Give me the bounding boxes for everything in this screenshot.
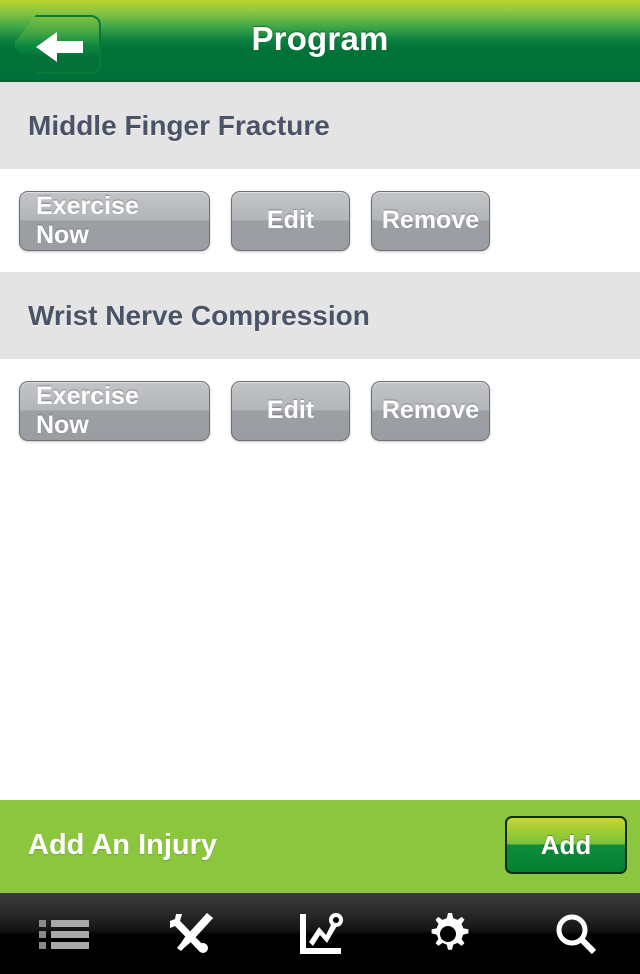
list-icon (39, 916, 89, 952)
injury-name: Middle Finger Fracture (28, 109, 330, 141)
tab-search[interactable] (512, 893, 640, 974)
tab-settings[interactable] (384, 893, 512, 974)
page-title: Program (251, 20, 389, 57)
add-injury-bar: Add An Injury Add (0, 800, 640, 890)
button-label: Add (540, 829, 592, 860)
chart-icon (297, 912, 343, 956)
remove-button[interactable]: Remove (371, 190, 490, 251)
tab-list[interactable] (0, 893, 128, 974)
button-label: Remove (381, 396, 480, 424)
remove-button[interactable]: Remove (371, 380, 490, 441)
content-empty-area (0, 462, 640, 800)
edit-button[interactable]: Edit (231, 190, 350, 251)
action-row-injury-2: Exercise Now Edit Remove (0, 359, 640, 462)
exercise-now-button[interactable]: Exercise Now (19, 190, 210, 251)
tab-chart[interactable] (256, 893, 384, 974)
tools-icon (169, 911, 215, 957)
button-label: Exercise Now (36, 381, 139, 439)
button-label: Edit (266, 206, 315, 234)
bottom-tab-bar (0, 890, 640, 974)
button-label: Remove (381, 206, 480, 234)
button-label: Exercise Now (36, 191, 139, 249)
app-header: Program (0, 0, 640, 82)
action-row-injury-1: Exercise Now Edit Remove (0, 169, 640, 272)
injury-name: Wrist Nerve Compression (28, 299, 370, 331)
gear-icon (427, 912, 469, 955)
add-injury-label: Add An Injury (28, 828, 218, 861)
tab-tools[interactable] (128, 893, 256, 974)
exercise-now-button[interactable]: Exercise Now (19, 380, 210, 441)
search-icon (555, 913, 597, 955)
section-header-injury-1: Middle Finger Fracture (0, 82, 640, 169)
add-button[interactable]: Add (505, 816, 627, 874)
edit-button[interactable]: Edit (231, 380, 350, 441)
section-header-injury-2: Wrist Nerve Compression (0, 272, 640, 359)
button-label: Edit (266, 396, 315, 424)
